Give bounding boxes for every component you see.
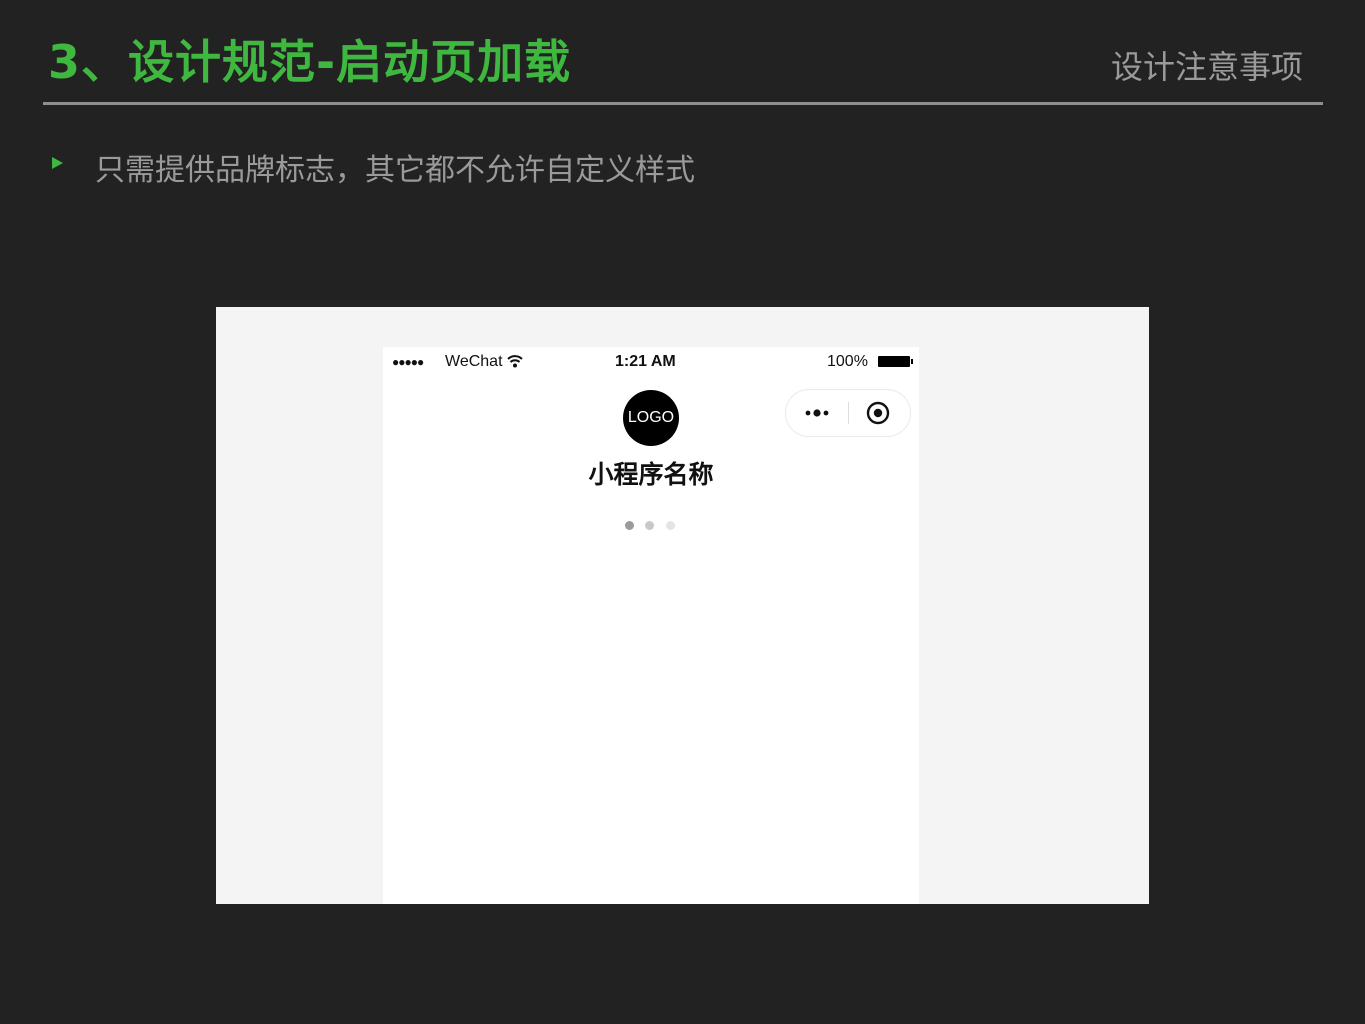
mockup-frame: ●●●●● WeChat 1:21 AM 100% LOGO 小程序名称 <box>216 307 1149 904</box>
battery-icon <box>878 356 913 367</box>
loading-dot <box>666 521 675 530</box>
battery-percentage: 100% <box>827 353 868 370</box>
signal-strength-icon: ●●●●● <box>392 355 424 369</box>
wifi-icon <box>507 354 523 373</box>
status-time: 1:21 AM <box>615 353 676 370</box>
title-divider <box>43 102 1323 105</box>
slide-subtitle: 设计注意事项 <box>1110 48 1303 86</box>
capsule-divider <box>848 402 849 424</box>
menu-capsule <box>785 389 911 437</box>
loading-indicator <box>625 521 681 531</box>
more-dots-icon[interactable] <box>796 390 840 436</box>
bullet-text: 只需提供品牌标志，其它都不允许自定义样式 <box>95 153 695 188</box>
slide-title: 3、设计规范-启动页加载 <box>48 35 572 89</box>
carrier-name: WeChat <box>445 353 503 370</box>
loading-dot <box>625 521 634 530</box>
brand-logo: LOGO <box>623 390 679 446</box>
phone-screen: ●●●●● WeChat 1:21 AM 100% LOGO 小程序名称 <box>383 347 919 904</box>
bullet-triangle-icon <box>52 157 63 169</box>
target-close-icon[interactable] <box>866 401 890 425</box>
loading-dot <box>645 521 654 530</box>
slide: 3、设计规范-启动页加载 设计注意事项 只需提供品牌标志，其它都不允许自定义样式… <box>0 0 1365 1024</box>
app-name: 小程序名称 <box>588 460 714 489</box>
status-bar: ●●●●● WeChat 1:21 AM 100% <box>383 347 919 377</box>
